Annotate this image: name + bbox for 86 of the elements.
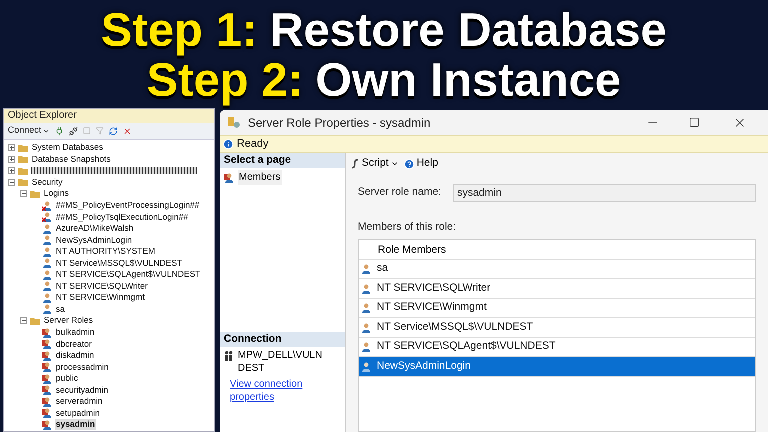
collapse-toggle[interactable] xyxy=(20,190,27,198)
member-name: NT SERVICE\SQLWriter xyxy=(377,280,491,296)
user-icon xyxy=(361,342,371,352)
expand-toggle[interactable] xyxy=(8,144,15,152)
view-connection-link[interactable]: View connection properties xyxy=(220,375,330,432)
script-button[interactable]: Script xyxy=(350,156,399,172)
help-button[interactable]: Help xyxy=(404,156,438,172)
refresh-icon[interactable] xyxy=(108,126,118,136)
role-icon xyxy=(42,396,52,407)
status-text: Ready xyxy=(237,136,269,152)
tree-item[interactable]: Database Snapshots xyxy=(31,154,112,165)
tree-item[interactable]: setupadmin xyxy=(55,408,101,419)
help-icon xyxy=(404,158,415,170)
member-name: sa xyxy=(377,261,388,276)
tree-item[interactable]: Logins xyxy=(43,188,70,200)
caret-icon xyxy=(390,160,399,168)
tree-item[interactable]: AzureAD\MikeWalsh xyxy=(55,223,135,234)
connect-icon[interactable] xyxy=(54,126,64,136)
tree-item[interactable]: bulkadmin xyxy=(55,327,96,338)
server-name: MPW_DELL\VULNDEST xyxy=(238,349,324,375)
field-label: Server role name: xyxy=(358,185,442,200)
role-icon xyxy=(42,385,52,396)
collapse-toggle[interactable] xyxy=(8,178,15,186)
role-icon xyxy=(42,374,52,384)
role-icon xyxy=(42,362,52,372)
tree-item[interactable]: NT SERVICE\SQLAgent$\VULNDEST xyxy=(55,269,202,280)
headline-step: Step 2: xyxy=(146,55,304,105)
user-icon xyxy=(361,362,371,372)
window-title: Server Role Properties - sysadmin xyxy=(248,114,432,132)
member-row[interactable]: sa xyxy=(359,260,755,280)
tree-item[interactable]: Security xyxy=(31,176,64,188)
headline-step: Step 1: xyxy=(101,5,258,55)
tree-item[interactable]: NewSysAdminLogin xyxy=(55,234,134,246)
member-name: NewSysAdminLogin xyxy=(377,358,471,374)
tree-item[interactable]: Server Roles xyxy=(43,315,94,326)
tree-item[interactable]: NT SERVICE\SQLWriter xyxy=(55,280,149,292)
tree-item[interactable]: public xyxy=(55,373,80,384)
members-icon xyxy=(224,172,234,182)
member-row[interactable]: NewSysAdminLogin xyxy=(359,357,755,377)
maximize-icon[interactable] xyxy=(689,117,700,128)
headline-text: Restore Database xyxy=(270,5,667,55)
tree-item[interactable]: sa xyxy=(55,304,66,315)
disconnect-icon[interactable] xyxy=(68,126,78,136)
tree-item[interactable]: NT SERVICE\Winmgmt xyxy=(55,292,146,304)
member-row[interactable]: NT Service\MSSQL$\VULNDEST xyxy=(359,318,755,338)
script-icon xyxy=(350,159,360,169)
section-header: Connection xyxy=(220,332,345,347)
info-icon xyxy=(223,138,234,150)
member-name: NT SERVICE\SQLAgent$\VULNDEST xyxy=(377,339,556,354)
tree-item[interactable]: processadmin xyxy=(55,362,110,373)
role-icon xyxy=(42,408,52,418)
folder-icon xyxy=(30,316,40,325)
member-name: NT SERVICE\Winmgmt xyxy=(377,300,487,316)
tree-item[interactable]: NT Service\MSSQL$\VULNDEST xyxy=(55,258,184,269)
headline-text: Own Instance xyxy=(316,55,622,105)
page-item[interactable]: Members xyxy=(238,170,282,185)
connect-button[interactable]: Connect xyxy=(8,124,50,138)
member-row[interactable]: NT SERVICE\SQLWriter xyxy=(359,279,755,299)
panel-title: Object Explorer xyxy=(4,109,214,123)
caret-icon xyxy=(42,128,50,134)
role-name-field[interactable]: sysadmin xyxy=(453,184,756,202)
section-header: Select a page xyxy=(220,153,345,168)
expand-toggle[interactable] xyxy=(8,167,15,174)
tree-item[interactable]: diskadmin xyxy=(55,350,96,362)
role-icon xyxy=(42,350,52,361)
tree-item[interactable]: NT AUTHORITY\SYSTEM xyxy=(55,246,156,258)
tree-item[interactable]: sysadmin xyxy=(55,419,96,430)
tree-item[interactable]: serveradmin xyxy=(55,396,104,408)
member-name: NT Service\MSSQL$\VULNDEST xyxy=(377,320,534,335)
user-icon xyxy=(361,322,371,332)
role-properties-icon xyxy=(227,116,241,130)
members-label: Members of this role: xyxy=(358,220,458,235)
tree-item[interactable]: dbcreator xyxy=(55,338,93,350)
member-row[interactable]: NT SERVICE\Winmgmt xyxy=(359,298,755,318)
users-icon xyxy=(224,351,234,361)
role-icon xyxy=(42,328,52,338)
expand-toggle[interactable] xyxy=(8,156,15,163)
role-icon xyxy=(42,420,52,430)
user-icon xyxy=(361,303,371,313)
tree-item[interactable]: System Databases xyxy=(31,142,104,154)
user-icon xyxy=(361,264,371,274)
collapse-toggle[interactable] xyxy=(20,317,27,324)
role-icon xyxy=(42,339,52,350)
tree-item[interactable]: securityadmin xyxy=(55,384,110,396)
user-icon xyxy=(361,284,371,294)
column-header: Role Members xyxy=(359,240,755,260)
